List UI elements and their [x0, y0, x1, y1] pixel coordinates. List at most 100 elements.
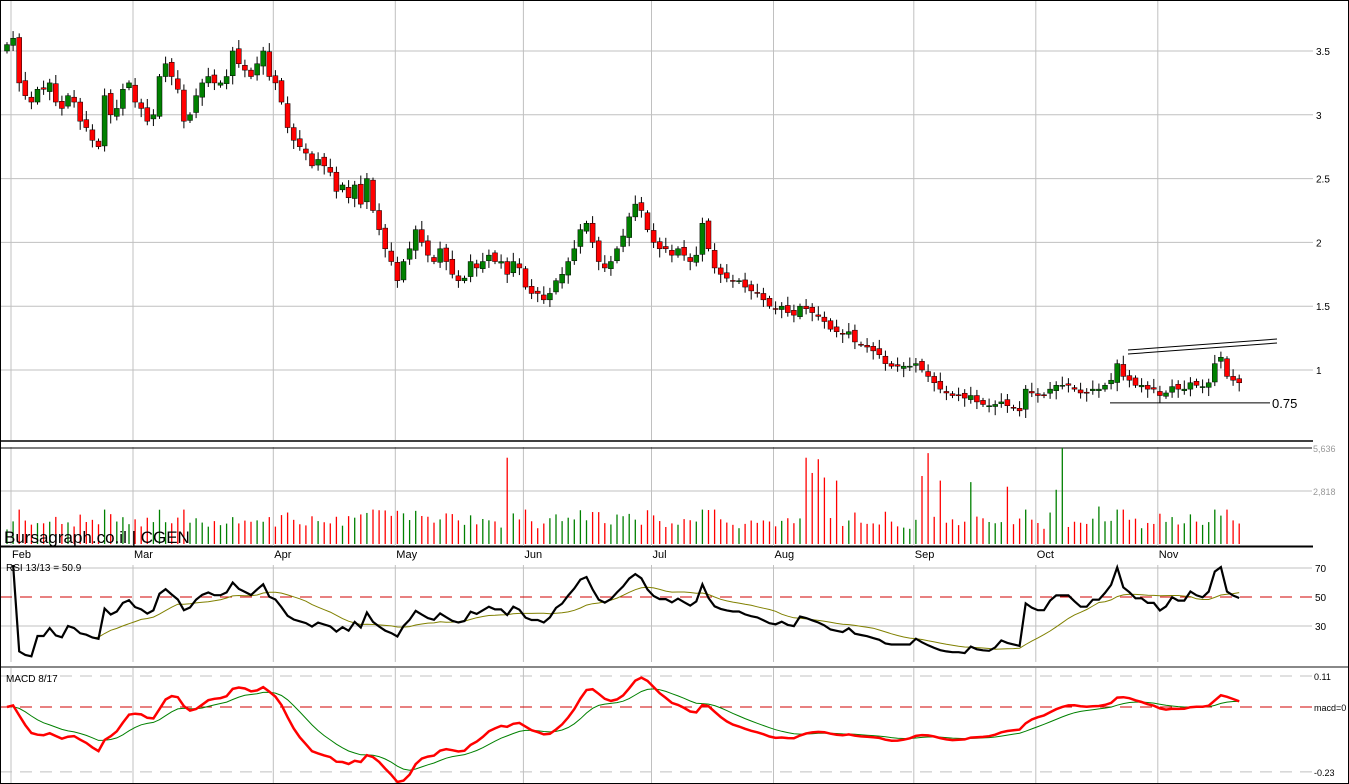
rsi-line — [12, 563, 1240, 658]
price-tick-label: 1 — [1316, 366, 1322, 377]
candle-body — [406, 248, 413, 260]
month-label-nov: Nov — [1159, 549, 1179, 561]
candle-body — [260, 50, 266, 67]
candle-body — [1199, 386, 1206, 388]
candle-body — [724, 272, 730, 279]
candle-body — [1096, 388, 1102, 391]
candle-body — [1047, 388, 1053, 394]
candle-body — [888, 363, 895, 367]
macd-signal-line — [6, 688, 1240, 771]
candle-body — [559, 274, 565, 284]
month-label-jul: Jul — [653, 549, 667, 561]
candle-body — [992, 404, 998, 407]
candle-body — [742, 279, 748, 288]
candle-body — [181, 89, 187, 122]
candle-body — [95, 140, 102, 147]
candle-body — [1022, 388, 1029, 410]
candle-body — [1016, 408, 1023, 412]
stock-chart: Feb Mar Apr May Jun Jul Aug Sep Oct Nov 3.5 3 2.5 2 1.… — [0, 0, 1349, 784]
candle-body — [528, 286, 535, 294]
candle-body — [980, 400, 986, 405]
candle-body — [748, 284, 754, 292]
candle-body — [309, 153, 315, 167]
candle-body — [486, 254, 492, 262]
candle-body — [1041, 394, 1047, 397]
month-label-aug: Aug — [775, 549, 795, 561]
candle-body — [71, 96, 77, 103]
candle-body — [65, 95, 71, 107]
candle-body — [534, 290, 541, 294]
candle-body — [510, 261, 517, 274]
candle-body — [132, 84, 138, 103]
chart-title: Bursagraph.co.il | CGEN — [4, 528, 190, 547]
candle-body — [315, 159, 321, 166]
candle-body — [46, 82, 53, 92]
grid — [0, 0, 1349, 784]
candle-body — [949, 393, 956, 396]
candle-body — [217, 82, 224, 86]
candle-body — [717, 267, 724, 275]
price-tick-label: 2 — [1316, 238, 1322, 249]
candle-body — [425, 240, 431, 256]
candle-body — [571, 248, 578, 262]
candle-body — [870, 346, 876, 352]
candle-body — [53, 83, 59, 103]
candle-body — [272, 75, 279, 84]
candle-body — [711, 250, 718, 269]
candle-body — [1138, 385, 1145, 388]
volume-bars — [6, 448, 1240, 544]
candle-body — [229, 50, 236, 77]
candle-body — [705, 220, 712, 250]
candle-body — [107, 93, 114, 116]
candle-body — [388, 250, 395, 262]
candle-body — [650, 230, 657, 243]
candle-body — [778, 305, 785, 310]
candle-body — [321, 156, 327, 167]
rsi-panel — [12, 563, 1240, 658]
candle-body — [669, 250, 675, 256]
candle-body — [858, 343, 864, 346]
candle-body — [577, 229, 584, 247]
candle-body — [333, 171, 340, 192]
candle-body — [1163, 392, 1169, 397]
candle-body — [1120, 364, 1127, 377]
candle-body — [608, 261, 614, 269]
candle-body — [28, 96, 35, 103]
month-label-sep: Sep — [915, 549, 935, 561]
candle-body — [632, 203, 639, 218]
price-tick-label: 3 — [1316, 111, 1322, 122]
candle-body — [242, 65, 248, 71]
candle-body — [833, 326, 840, 332]
candle-body — [223, 76, 230, 84]
candle-body — [345, 187, 352, 198]
candle-body — [1071, 387, 1078, 390]
candle-body — [760, 293, 767, 301]
candle-body — [681, 246, 687, 256]
candle-body — [974, 395, 980, 403]
candle-body — [419, 229, 425, 243]
candle-body — [1126, 375, 1133, 381]
candle-body — [370, 179, 376, 211]
candle-body — [821, 316, 828, 322]
candle-body — [120, 89, 126, 109]
month-label-may: May — [396, 549, 417, 561]
candle-body — [785, 305, 791, 313]
candle-body — [461, 277, 468, 281]
candle-body — [150, 114, 157, 120]
candle-body — [1157, 391, 1163, 396]
candle-body — [1108, 379, 1114, 385]
candle-body — [254, 63, 260, 76]
macd-tick-label: macd=0 — [1314, 703, 1346, 713]
price-tick-label: 3.5 — [1316, 47, 1330, 58]
candle-body — [589, 223, 596, 243]
candle-body — [10, 37, 16, 46]
rsi-tick-label: 30 — [1315, 622, 1327, 633]
candle-body — [656, 241, 663, 250]
candle-body — [644, 212, 651, 230]
candle-body — [968, 395, 974, 400]
candle-body — [126, 82, 132, 88]
candle-body — [278, 80, 285, 103]
candle-body — [791, 310, 797, 316]
candle-body — [412, 229, 419, 251]
candle-body — [998, 401, 1005, 404]
